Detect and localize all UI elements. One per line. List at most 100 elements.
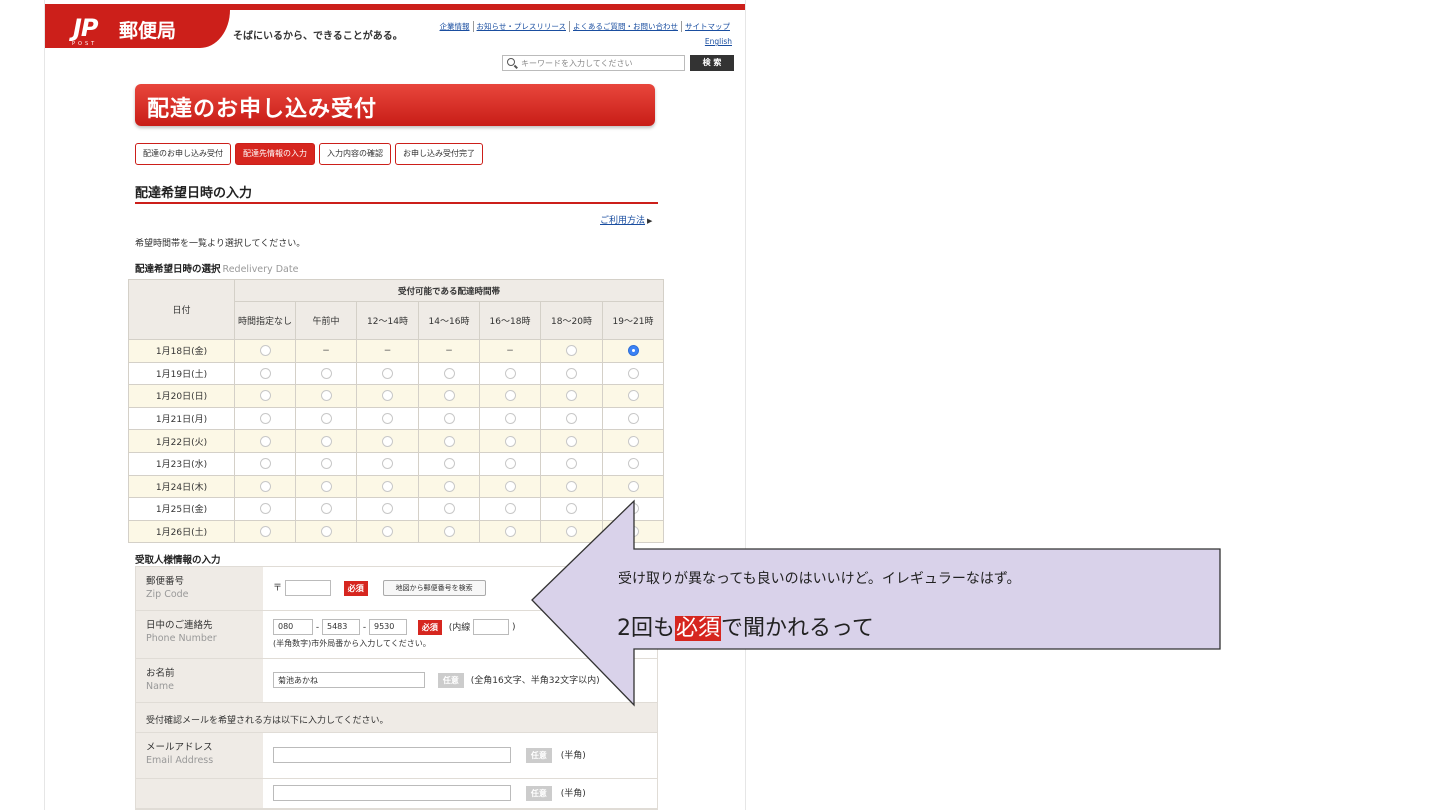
time-slot-radio[interactable] bbox=[443, 413, 455, 425]
time-slot-radio[interactable] bbox=[504, 480, 516, 492]
time-slot-radio[interactable] bbox=[320, 413, 332, 425]
time-slot-radio[interactable] bbox=[566, 390, 577, 402]
search-button[interactable]: 検 索 bbox=[690, 55, 734, 71]
time-slot-radio[interactable] bbox=[566, 458, 577, 470]
time-slot-cell bbox=[234, 429, 296, 453]
time-slot-radio[interactable] bbox=[320, 458, 332, 470]
time-slot-cell bbox=[540, 429, 603, 453]
time-slot-cell bbox=[295, 384, 357, 408]
time-slot-radio[interactable] bbox=[382, 480, 393, 492]
time-slot-radio[interactable] bbox=[259, 480, 271, 492]
time-slot-radio[interactable] bbox=[627, 390, 639, 402]
time-slot-cell bbox=[540, 474, 603, 499]
time-slot-radio[interactable] bbox=[320, 480, 332, 492]
time-slot-cell bbox=[479, 429, 541, 453]
time-slot-radio[interactable] bbox=[443, 526, 455, 538]
callout-arrow bbox=[531, 499, 1221, 707]
time-slot-cell bbox=[356, 361, 419, 386]
time-slot-cell bbox=[234, 497, 296, 521]
time-slot-radio[interactable] bbox=[259, 435, 271, 447]
time-slot-radio[interactable] bbox=[320, 390, 332, 402]
phone-input-2[interactable]: 5483 bbox=[322, 619, 360, 635]
usage-link-label: ご利用方法 bbox=[600, 216, 646, 226]
time-slot-radio[interactable] bbox=[443, 390, 455, 402]
instruction-text: 希望時間帯を一覧より選択してください。 bbox=[135, 239, 306, 249]
time-slot-radio[interactable] bbox=[259, 526, 271, 538]
time-slot-radio[interactable] bbox=[382, 503, 393, 515]
extension-input[interactable] bbox=[473, 619, 510, 635]
time-slot-radio[interactable] bbox=[566, 435, 577, 447]
time-slot-radio[interactable] bbox=[382, 458, 393, 470]
time-slot-radio[interactable] bbox=[382, 526, 393, 538]
time-slot-radio[interactable] bbox=[320, 526, 332, 538]
time-slot-radio[interactable] bbox=[627, 435, 639, 447]
phone-input-1[interactable]: 080 bbox=[273, 619, 313, 635]
time-slot-radio[interactable] bbox=[627, 413, 639, 425]
time-slot-radio[interactable] bbox=[627, 480, 639, 492]
time-slot-header: 時間指定なし bbox=[234, 301, 296, 340]
time-slot-header: 16〜18時 bbox=[479, 301, 541, 340]
time-slot-radio[interactable] bbox=[259, 345, 271, 357]
time-slot-radio[interactable] bbox=[566, 345, 577, 357]
jp-post-logo[interactable]: JP POST 郵便局 bbox=[45, 10, 230, 48]
time-slot-radio[interactable] bbox=[382, 413, 393, 425]
time-slot-header: 12〜14時 bbox=[356, 301, 419, 340]
time-slot-radio[interactable] bbox=[504, 503, 516, 515]
zip-label-en: Zip Code bbox=[146, 589, 189, 601]
time-slot-radio[interactable] bbox=[443, 435, 455, 447]
time-slot-radio-selected[interactable] bbox=[627, 345, 639, 357]
email-input[interactable] bbox=[273, 747, 511, 763]
time-slot-radio[interactable] bbox=[566, 367, 577, 379]
search-input[interactable]: キーワードを入力してください bbox=[502, 55, 685, 71]
link-sitemap[interactable]: サイトマップ bbox=[681, 21, 733, 32]
time-slot-cell bbox=[418, 406, 480, 431]
time-slot-radio[interactable] bbox=[443, 458, 455, 470]
link-news[interactable]: お知らせ・プレスリリース bbox=[472, 21, 569, 32]
time-slot-radio[interactable] bbox=[566, 413, 577, 425]
time-slot-cell bbox=[602, 361, 664, 386]
time-slot-cell bbox=[234, 474, 296, 499]
english-link[interactable]: English bbox=[705, 37, 732, 46]
time-slot-radio[interactable] bbox=[504, 458, 516, 470]
zip-input[interactable] bbox=[284, 580, 331, 596]
time-slot-cell bbox=[356, 429, 419, 453]
time-slot-radio[interactable] bbox=[320, 367, 332, 379]
name-input[interactable]: 菊池あかね bbox=[273, 672, 425, 688]
time-slot-radio[interactable] bbox=[443, 503, 455, 515]
table-row: 1月22日(火) bbox=[128, 429, 664, 453]
time-slot-radio[interactable] bbox=[259, 413, 271, 425]
time-slot-radio[interactable] bbox=[504, 390, 516, 402]
phone-input-3[interactable]: 9530 bbox=[369, 619, 407, 635]
time-slot-radio[interactable] bbox=[259, 458, 271, 470]
time-slot-radio[interactable] bbox=[320, 435, 332, 447]
email-confirm-input[interactable] bbox=[273, 785, 511, 801]
time-slot-radio[interactable] bbox=[320, 503, 332, 515]
email-note: (半角) bbox=[560, 750, 586, 761]
time-slot-radio[interactable] bbox=[382, 390, 393, 402]
date-cell: 1月20日(日) bbox=[128, 384, 235, 408]
time-slot-radio[interactable] bbox=[504, 367, 516, 379]
time-slot-radio[interactable] bbox=[382, 367, 393, 379]
time-slot-radio[interactable] bbox=[443, 367, 455, 379]
map-zip-search-button[interactable]: 地図から郵便番号を検索 bbox=[382, 580, 486, 596]
time-slot-radio[interactable] bbox=[627, 367, 639, 379]
link-corporate[interactable]: 企業情報 bbox=[437, 21, 473, 32]
time-slot-radio[interactable] bbox=[382, 435, 393, 447]
time-slot-radio[interactable] bbox=[627, 458, 639, 470]
date-cell: 1月19日(土) bbox=[128, 361, 235, 386]
link-faq[interactable]: よくあるご質問・お問い合わせ bbox=[569, 21, 681, 32]
time-slot-radio[interactable] bbox=[259, 390, 271, 402]
usage-link[interactable]: ご利用方法 ▶ bbox=[600, 213, 652, 226]
time-slot-radio[interactable] bbox=[259, 503, 271, 515]
time-slot-radio[interactable] bbox=[259, 367, 271, 379]
time-slot-cell bbox=[234, 384, 296, 408]
time-slot-cell bbox=[356, 384, 419, 408]
time-slot-cell bbox=[540, 339, 603, 363]
time-slot-radio[interactable] bbox=[443, 480, 455, 492]
time-slot-radio[interactable] bbox=[504, 526, 516, 538]
time-slot-radio[interactable] bbox=[504, 435, 516, 447]
time-slot-radio[interactable] bbox=[566, 480, 577, 492]
tagline: そばにいるから、できることがある。 bbox=[233, 31, 403, 42]
required-badge: 必須 bbox=[417, 619, 442, 635]
time-slot-radio[interactable] bbox=[504, 413, 516, 425]
